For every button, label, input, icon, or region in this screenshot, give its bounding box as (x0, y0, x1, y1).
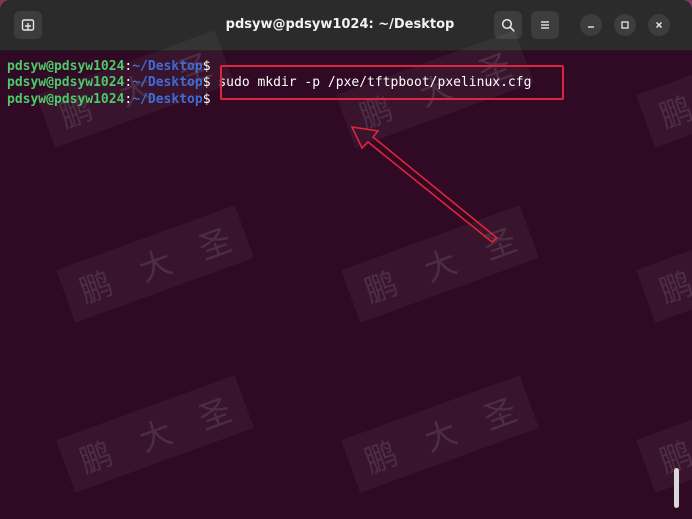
watermark: 鹏 大 圣 (341, 375, 539, 493)
terminal-line: pdsyw@pdsyw1024:~/Desktop$ (7, 91, 211, 108)
watermark-char: 大 (134, 242, 178, 290)
watermark-char: 圣 (478, 220, 522, 268)
hamburger-menu-icon (541, 21, 549, 29)
terminal-line: pdsyw@pdsyw1024:~/Desktop$ (7, 58, 211, 75)
watermark-char: 圣 (193, 220, 237, 268)
title-bar: pdsyw@pdsyw1024: ~/Desktop (0, 0, 692, 51)
watermark: 鹏 大 圣 (56, 375, 254, 493)
minimize-button[interactable] (580, 14, 602, 36)
annotation-highlight-box (220, 65, 564, 100)
search-icon (501, 18, 515, 32)
watermark-char: 鹏 (359, 264, 403, 311)
prompt-user: pdsyw@pdsyw1024 (7, 75, 125, 90)
watermark-char: 大 (419, 242, 463, 290)
search-button[interactable] (494, 11, 522, 39)
minimize-icon (588, 26, 594, 28)
prompt-symbol: $ (202, 75, 211, 90)
prompt-symbol: $ (202, 92, 211, 107)
watermark-char: 圣 (478, 390, 522, 438)
watermark-char: 鹏 (654, 264, 692, 311)
watermark-char: 鹏 (654, 89, 692, 136)
close-button[interactable] (648, 14, 670, 36)
prompt-user: pdsyw@pdsyw1024 (7, 92, 125, 107)
watermark-char: 鹏 (74, 434, 118, 481)
maximize-button[interactable] (614, 14, 636, 36)
watermark-char: 大 (419, 412, 463, 460)
close-icon (655, 21, 663, 29)
terminal-output[interactable]: 鹏 大 圣 鹏 大 圣 鹏 大 圣 鹏 大 圣 鹏 大 圣 鹏 大 圣 (0, 30, 692, 519)
new-tab-button[interactable] (14, 11, 42, 39)
prompt-path: ~/Desktop (132, 92, 203, 107)
prompt-symbol: $ (202, 59, 211, 74)
scrollbar[interactable] (674, 468, 679, 508)
prompt-path: ~/Desktop (132, 59, 203, 74)
prompt-path: ~/Desktop (132, 75, 203, 90)
new-tab-icon (21, 19, 35, 31)
watermark-char: 大 (134, 412, 178, 460)
menu-button[interactable] (531, 11, 559, 39)
prompt-user: pdsyw@pdsyw1024 (7, 59, 125, 74)
watermark-char: 鹏 (359, 434, 403, 481)
terminal-window: pdsyw@pdsyw1024: ~/Desktop 鹏 大 圣 鹏 大 圣 鹏… (0, 0, 692, 519)
watermark-char: 圣 (193, 390, 237, 438)
watermark: 鹏 大 圣 (341, 205, 539, 323)
watermark: 鹏 大 圣 (636, 375, 692, 493)
watermark-char: 鹏 (74, 264, 118, 311)
maximize-icon (621, 21, 629, 29)
watermark: 鹏 大 圣 (636, 205, 692, 323)
watermark-char: 鹏 (654, 434, 692, 481)
window-title: pdsyw@pdsyw1024: ~/Desktop (225, 17, 455, 32)
watermark: 鹏 大 圣 (56, 205, 254, 323)
